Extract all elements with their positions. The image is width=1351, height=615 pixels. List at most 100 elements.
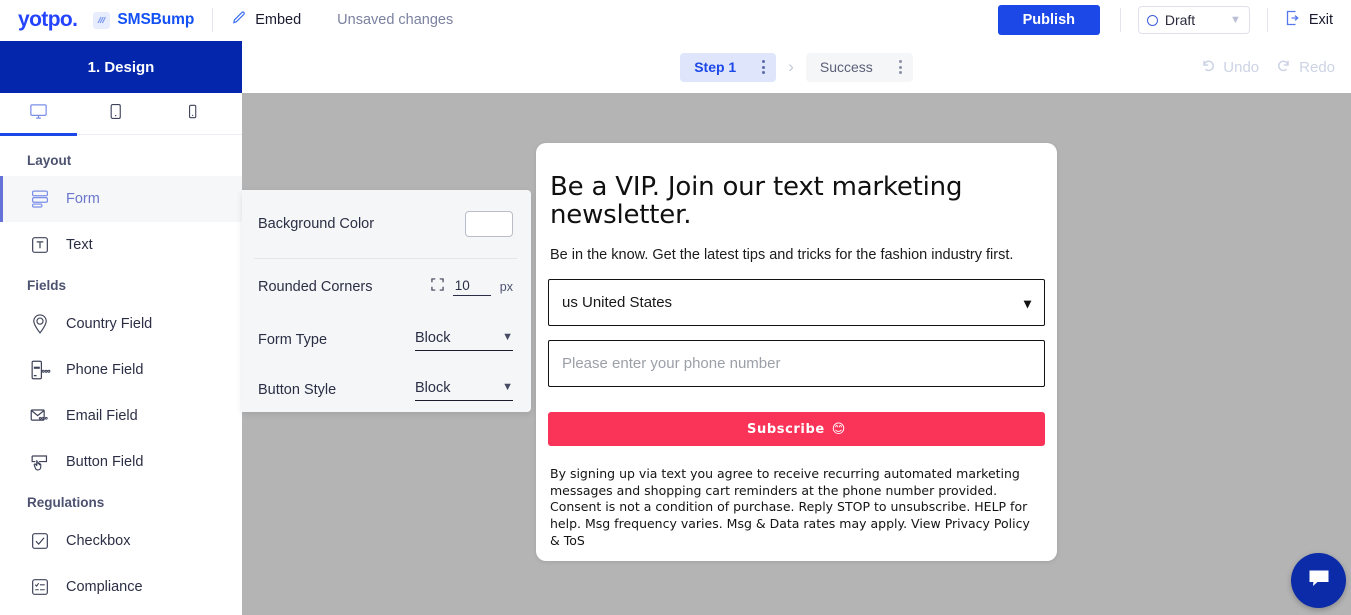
vertical-dots-icon[interactable] bbox=[895, 56, 906, 78]
publish-button[interactable]: Publish bbox=[997, 5, 1100, 35]
circle-icon bbox=[1146, 14, 1158, 26]
form-title[interactable]: Be a VIP. Join our text marketing newsle… bbox=[548, 173, 1045, 229]
yotpo-logo[interactable]: yotpo. bbox=[18, 8, 78, 32]
setting-label: Rounded Corners bbox=[258, 279, 373, 295]
undo-label: Undo bbox=[1223, 58, 1260, 76]
vertical-dots-icon[interactable] bbox=[758, 56, 769, 78]
chevron-down-icon: ▾ bbox=[1023, 294, 1031, 311]
sidebar-item-phone-field[interactable]: Phone Field bbox=[0, 347, 242, 393]
divider bbox=[1266, 8, 1268, 32]
sidebar-item-text[interactable]: Text bbox=[0, 222, 242, 268]
chat-launcher-button[interactable] bbox=[1291, 553, 1346, 608]
checkbox-icon bbox=[27, 528, 53, 554]
device-tab-desktop[interactable] bbox=[0, 93, 77, 136]
sidebar-item-label: Button Field bbox=[66, 454, 144, 470]
divider bbox=[212, 8, 214, 32]
pencil-icon bbox=[231, 9, 248, 31]
group-title-regulations: Regulations bbox=[27, 495, 105, 510]
sidebar-item-button-field[interactable]: Button Field bbox=[0, 439, 242, 485]
sidebar-item-form[interactable]: Form bbox=[0, 176, 242, 222]
sidebar-item-label: Checkbox bbox=[66, 533, 131, 549]
app-root: yotpo. SMSBump Embed Unsaved changes Pub… bbox=[0, 0, 1351, 615]
tablet-icon bbox=[106, 102, 125, 126]
history-controls: Undo Redo bbox=[1199, 41, 1335, 93]
smsbump-icon bbox=[93, 11, 111, 29]
phone-placeholder: Please enter your phone number bbox=[562, 355, 781, 373]
device-tab-mobile[interactable] bbox=[154, 93, 231, 135]
step-bar: Step 1 › Success bbox=[242, 41, 1351, 93]
color-swatch[interactable] bbox=[465, 211, 513, 237]
top-bar: yotpo. SMSBump Embed Unsaved changes Pub… bbox=[0, 0, 1351, 41]
setting-rounded-corners: Rounded Corners px bbox=[258, 259, 513, 315]
chevron-down-icon: ▼ bbox=[502, 331, 513, 343]
step-label: Success bbox=[819, 59, 873, 75]
sidebar-item-label: Email Field bbox=[66, 408, 138, 424]
top-bar-actions: Publish Draft ▼ Exit bbox=[997, 0, 1351, 40]
step-chip-step-1[interactable]: Step 1 bbox=[680, 52, 777, 82]
step-label: Step 1 bbox=[694, 59, 737, 75]
form-subtitle[interactable]: Be in the know. Get the latest tips and … bbox=[548, 247, 1045, 263]
setting-label: Form Type bbox=[258, 332, 328, 348]
smsbump-label: SMSBump bbox=[117, 11, 195, 28]
status-dropdown[interactable]: Draft ▼ bbox=[1137, 6, 1250, 34]
exit-arrow-icon bbox=[1284, 9, 1302, 32]
chevron-down-icon: ▼ bbox=[502, 381, 513, 393]
sidebar-item-label: Form bbox=[66, 191, 100, 207]
setting-label: Background Color bbox=[258, 216, 375, 232]
sidebar-item-country-field[interactable]: Country Field bbox=[0, 301, 242, 347]
setting-form-type: Form Type Block ▼ bbox=[258, 315, 513, 365]
step-chip-success[interactable]: Success bbox=[805, 52, 913, 82]
chevron-down-icon: ▼ bbox=[1229, 13, 1241, 26]
device-tabs bbox=[0, 93, 242, 136]
corner-radius-icon bbox=[431, 278, 444, 296]
sidebar-item-checkbox[interactable]: Checkbox bbox=[0, 518, 242, 564]
checklist-icon bbox=[27, 574, 53, 600]
step-list: Step 1 › Success bbox=[680, 52, 913, 82]
setting-button-style: Button Style Block ▼ bbox=[258, 365, 513, 415]
settings-panel: Background Color Rounded Corners px Form… bbox=[242, 190, 531, 412]
undo-arrow-icon bbox=[1199, 56, 1217, 79]
sidebar-item-label: Text bbox=[66, 237, 93, 253]
subscribe-button[interactable]: Subscribe 😊 bbox=[548, 412, 1045, 447]
country-field[interactable]: us United States ▾ bbox=[548, 279, 1045, 327]
setting-label: Button Style bbox=[258, 382, 337, 398]
legal-disclaimer[interactable]: By signing up via text you agree to rece… bbox=[548, 466, 1045, 549]
form-type-value: Block bbox=[415, 329, 451, 346]
form-type-dropdown[interactable]: Block ▼ bbox=[415, 330, 513, 351]
save-status: Unsaved changes bbox=[337, 12, 454, 28]
unit-label: px bbox=[499, 280, 513, 294]
setting-background-color: Background Color bbox=[258, 190, 513, 258]
sidebar-item-compliance[interactable]: Compliance bbox=[0, 564, 242, 610]
phone-field[interactable]: Please enter your phone number bbox=[548, 340, 1045, 388]
status-value: Draft bbox=[1164, 12, 1196, 28]
smsbump-brand[interactable]: SMSBump bbox=[93, 11, 194, 29]
device-tab-tablet[interactable] bbox=[77, 93, 154, 135]
button-style-dropdown[interactable]: Block ▼ bbox=[415, 380, 513, 401]
envelope-icon bbox=[27, 403, 53, 429]
exit-button[interactable]: Exit bbox=[1284, 9, 1333, 32]
divider bbox=[1119, 8, 1121, 32]
group-title-fields: Fields bbox=[27, 278, 67, 293]
smiley-emoji-icon: 😊 bbox=[831, 421, 846, 437]
mobile-icon bbox=[184, 103, 201, 125]
form-preview-card: Be a VIP. Join our text marketing newsle… bbox=[536, 143, 1057, 561]
chevron-right-icon: › bbox=[788, 57, 794, 76]
group-title-layout: Layout bbox=[27, 153, 72, 168]
sidebar-item-label: Country Field bbox=[66, 316, 153, 332]
rounded-corners-input[interactable] bbox=[452, 278, 491, 296]
undo-button[interactable]: Undo bbox=[1199, 56, 1259, 79]
redo-arrow-icon bbox=[1275, 56, 1293, 79]
embed-button[interactable]: Embed bbox=[231, 9, 301, 31]
exit-label: Exit bbox=[1308, 12, 1333, 28]
form-icon bbox=[27, 186, 53, 212]
button-style-value: Block bbox=[415, 379, 451, 396]
sidebar-item-email-field[interactable]: Email Field bbox=[0, 393, 242, 439]
design-step-header: 1. Design bbox=[0, 41, 242, 93]
redo-button[interactable]: Redo bbox=[1275, 56, 1335, 79]
left-sidebar: 1. Design Layout Form Text Fields Countr… bbox=[0, 41, 242, 615]
click-button-icon bbox=[27, 449, 53, 475]
chat-bubble-icon bbox=[1305, 564, 1333, 597]
sidebar-item-label: Compliance bbox=[66, 579, 143, 595]
embed-label: Embed bbox=[255, 12, 302, 28]
map-pin-icon bbox=[27, 311, 53, 337]
